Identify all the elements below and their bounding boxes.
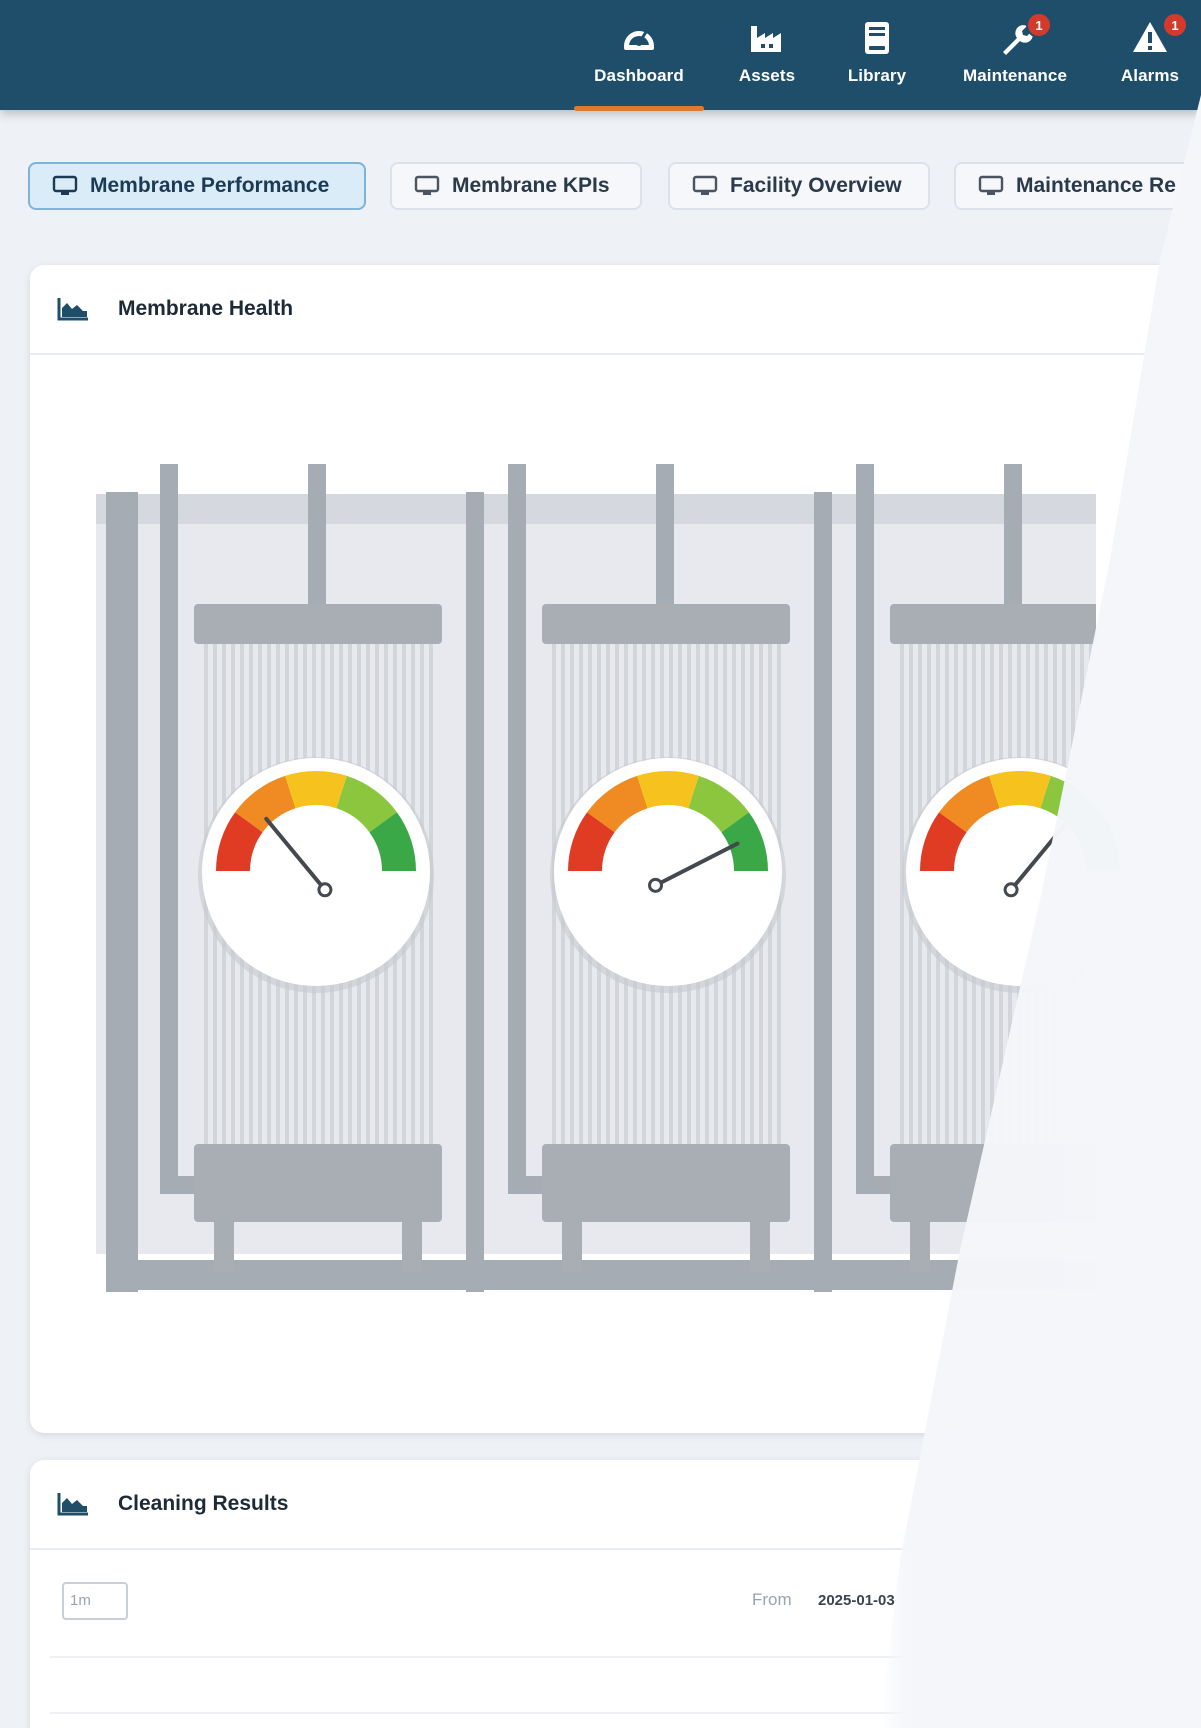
health-gauge <box>198 757 434 993</box>
card-title: Cleaning Results <box>118 1492 289 1515</box>
row-divider <box>50 1712 910 1714</box>
app-root: Dashboard Assets Library Maintenance 1 A… <box>0 0 1201 1728</box>
cleaning-results-card: Cleaning Results <box>30 1460 1201 1728</box>
health-gauge <box>902 757 1138 993</box>
gauge-segment <box>989 770 1051 809</box>
time-range-select[interactable]: 1m <box>62 1582 128 1620</box>
health-gauge <box>550 757 786 993</box>
row-divider <box>50 1656 910 1658</box>
gauge-segment <box>285 770 347 809</box>
from-label: From <box>752 1590 792 1609</box>
gauge-segment <box>637 771 699 809</box>
from-date-value[interactable]: 2025-01-03 <box>818 1592 895 1609</box>
card-header: Cleaning Results <box>30 1460 1201 1550</box>
area-chart-icon <box>57 1493 88 1516</box>
